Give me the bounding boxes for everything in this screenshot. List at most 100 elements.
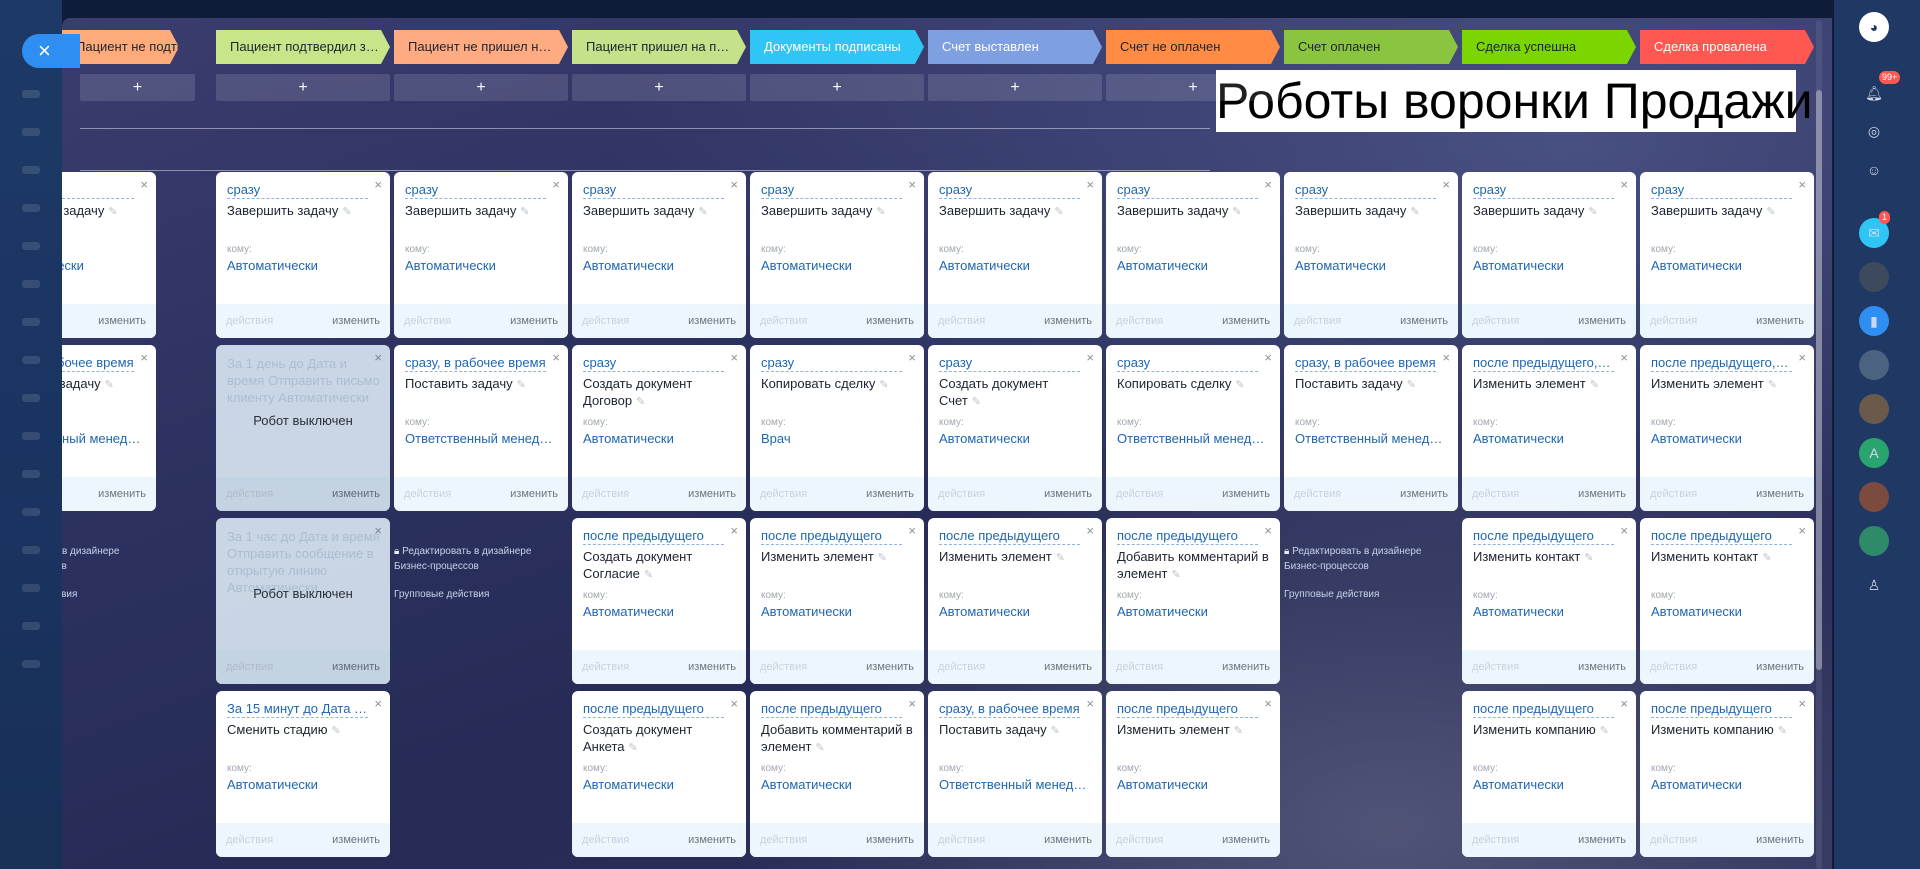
robot-edit-link[interactable]: изменить [1756, 834, 1804, 846]
close-icon[interactable]: × [908, 696, 916, 711]
pencil-icon[interactable]: ✎ [879, 379, 888, 391]
robot-edit-link[interactable]: изменить [1044, 661, 1092, 673]
close-icon[interactable]: × [552, 350, 560, 365]
robot-trigger-link[interactable]: сразу [227, 182, 368, 199]
pencil-icon[interactable]: ✎ [520, 206, 529, 218]
close-icon[interactable]: × [1264, 350, 1272, 365]
pencil-icon[interactable]: ✎ [1600, 725, 1609, 737]
robot-edit-link[interactable]: изменить [1756, 661, 1804, 673]
robot-trigger-link[interactable]: после предыдущего, при условии [1651, 355, 1792, 372]
robot-card[interactable]: после предыдущего, при условии Изменить э… [1462, 345, 1636, 511]
robot-edit-link[interactable]: изменить [688, 488, 736, 500]
robot-edit-link[interactable]: изменить [1578, 834, 1626, 846]
robot-trigger-link[interactable]: после предыдущего [1473, 528, 1614, 545]
scrollbar[interactable] [1816, 20, 1822, 869]
close-icon[interactable]: × [730, 696, 738, 711]
close-icon[interactable]: × [1086, 523, 1094, 538]
robot-edit-link[interactable]: изменить [866, 315, 914, 327]
robot-edit-link[interactable]: изменить [98, 315, 146, 327]
robot-edit-link[interactable]: изменить [1578, 661, 1626, 673]
robot-card[interactable]: сразу Создать документ Договор ✎ кому: Автом… [572, 345, 746, 511]
pencil-icon[interactable]: ✎ [1056, 552, 1065, 564]
robot-card[interactable]: За 1 час до Дата и время Отправить сообщ… [216, 518, 390, 684]
robot-edit-link[interactable]: изменить [1222, 661, 1270, 673]
group-actions-link[interactable]: Групповые действия [394, 587, 568, 602]
add-robot-button[interactable]: + [928, 74, 1102, 101]
pencil-icon[interactable]: ✎ [1768, 379, 1777, 391]
robot-card[interactable]: сразу Завершить задачу✎ кому: Автоматически… [750, 172, 924, 338]
robot-responsible-link[interactable]: Автоматически [227, 258, 382, 273]
robot-card[interactable]: сразу Завершить задачу✎ кому: Автоматически… [1284, 172, 1458, 338]
pencil-icon[interactable]: ✎ [1588, 206, 1597, 218]
robot-card[interactable]: сразу Завершить задачу✎ кому: Автоматически… [1462, 172, 1636, 338]
close-icon[interactable]: × [1798, 523, 1806, 538]
robot-edit-link[interactable]: изменить [1044, 488, 1092, 500]
robot-card[interactable]: после предыдущего Добавить комментарий в … [750, 691, 924, 857]
robot-card[interactable]: сразу, в рабочее времяПоставить задачу✎к… [62, 345, 156, 511]
robot-responsible-link[interactable]: Автоматически [1473, 777, 1628, 792]
robot-trigger-link[interactable]: сразу [405, 182, 546, 199]
close-icon[interactable]: × [1620, 696, 1628, 711]
robot-trigger-link[interactable]: сразу [939, 355, 1080, 372]
pencil-icon[interactable]: ✎ [1054, 206, 1063, 218]
robot-responsible-link[interactable]: Автоматически [1473, 604, 1628, 619]
robot-edit-link[interactable]: изменить [1400, 488, 1448, 500]
close-icon[interactable]: × [1620, 350, 1628, 365]
robot-responsible-link[interactable]: Автоматически [583, 258, 738, 273]
pencil-icon[interactable]: ✎ [517, 379, 526, 391]
close-icon[interactable]: × [1620, 523, 1628, 538]
pencil-icon[interactable]: ✎ [1234, 725, 1243, 737]
robot-edit-link[interactable]: изменить [1756, 315, 1804, 327]
robot-trigger-link[interactable]: сразу, в рабочее время [405, 355, 546, 372]
pencil-icon[interactable]: ✎ [1762, 552, 1771, 564]
group-actions-link[interactable]: Групповые действия [1284, 587, 1458, 602]
pencil-icon[interactable]: ✎ [1051, 725, 1060, 737]
robot-card[interactable]: после предыдущего Изменить компанию ✎ кому:… [1462, 691, 1636, 857]
robot-card[interactable]: За 1 день до Дата и время Отправить пись… [216, 345, 390, 511]
avatar[interactable] [1859, 262, 1889, 292]
robot-responsible-link[interactable]: Автоматически [1651, 258, 1806, 273]
pencil-icon[interactable]: ✎ [105, 379, 114, 391]
robot-edit-link[interactable]: изменить [866, 488, 914, 500]
robot-card[interactable]: после предыдущего Изменить контакт ✎ кому: А… [1462, 518, 1636, 684]
robot-card[interactable]: сразу Завершить задачу✎ кому: Автоматически… [1640, 172, 1814, 338]
robot-trigger-link[interactable]: За 15 минут до Дата и время [227, 701, 368, 718]
robot-card[interactable]: после предыдущего Создать документ Соглас… [572, 518, 746, 684]
robot-responsible-link[interactable]: Автоматически [761, 604, 916, 619]
robot-trigger-link[interactable]: сразу [761, 355, 902, 372]
avatar[interactable] [1859, 350, 1889, 380]
close-icon[interactable]: × [374, 523, 382, 538]
close-icon[interactable]: × [1264, 177, 1272, 192]
robot-card[interactable]: сразу Копировать сделку ✎ кому: Ответственны… [1106, 345, 1280, 511]
robot-trigger-link[interactable]: сразу [761, 182, 902, 199]
robot-trigger-link[interactable]: после предыдущего [761, 701, 902, 718]
pencil-icon[interactable]: ✎ [1778, 725, 1787, 737]
robot-card[interactable]: после предыдущего, при условии Изменить э… [1640, 345, 1814, 511]
close-icon[interactable]: × [1620, 177, 1628, 192]
robot-card[interactable]: За 15 минут до Дата и время Сменить стади… [216, 691, 390, 857]
pencil-icon[interactable]: ✎ [1766, 206, 1775, 218]
avatar[interactable] [1859, 394, 1889, 424]
edit-in-designer-link[interactable]: Редактировать в дизайнере Бизнес-процесс… [1284, 546, 1421, 572]
pencil-icon[interactable]: ✎ [1407, 379, 1416, 391]
close-icon[interactable]: × [552, 177, 560, 192]
pencil-icon[interactable]: ✎ [1232, 206, 1241, 218]
close-icon[interactable]: × [1442, 350, 1450, 365]
robot-edit-link[interactable]: изменить [98, 488, 146, 500]
robot-responsible-link[interactable]: Автоматически [939, 604, 1094, 619]
stage-tab[interactable]: Сделка успешна [1462, 30, 1636, 64]
robot-card[interactable]: после предыдущего Изменить элемент ✎ кому: А… [1106, 691, 1280, 857]
robot-edit-link[interactable]: изменить [1044, 834, 1092, 846]
close-slider-button[interactable]: × [22, 34, 80, 68]
pencil-icon[interactable]: ✎ [331, 725, 340, 737]
robot-trigger-link[interactable]: после предыдущего, при условии [1473, 355, 1614, 372]
robot-trigger-link[interactable]: сразу [583, 355, 724, 372]
avatar[interactable]: А [1859, 438, 1889, 468]
robot-edit-link[interactable]: изменить [1222, 315, 1270, 327]
robot-trigger-link[interactable]: сразу, в рабочее время [62, 355, 134, 372]
close-icon[interactable]: × [1442, 177, 1450, 192]
avatar[interactable] [1859, 526, 1889, 556]
stage-tab[interactable]: Счет выставлен [928, 30, 1102, 64]
pencil-icon[interactable]: ✎ [629, 742, 638, 754]
robot-responsible-link[interactable]: Автоматически [583, 777, 738, 792]
